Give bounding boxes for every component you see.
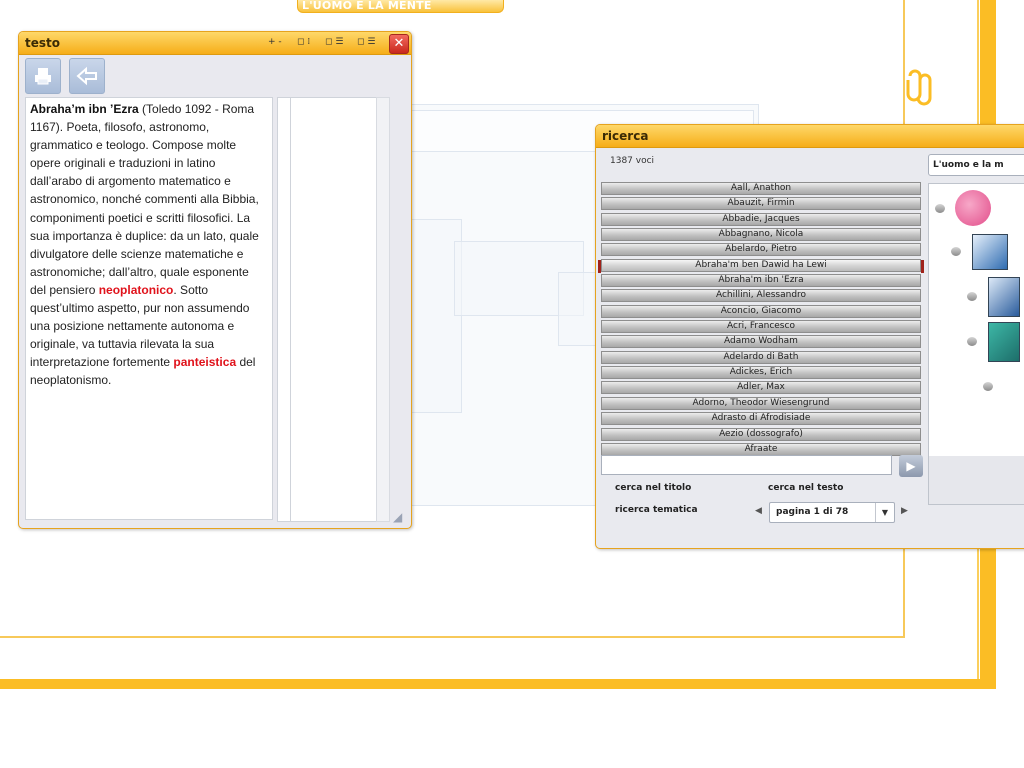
page-select[interactable]: pagina 1 di 78 ▼	[769, 502, 895, 523]
list-item[interactable]: Abraha'm ibn 'Ezra	[601, 274, 921, 288]
list-item[interactable]: Abbagnano, Nicola	[601, 228, 921, 242]
list-item-label: Abraha'm ben Dawid ha Lewi	[695, 259, 827, 270]
list-item[interactable]: Adelardo di Bath	[601, 350, 921, 364]
thumbnail-image[interactable]	[988, 322, 1020, 362]
window-title: testo	[25, 36, 60, 50]
node-dot[interactable]	[935, 204, 945, 213]
node-dot[interactable]	[967, 292, 977, 301]
article-text: Abraha’m ibn ’Ezra (Toledo 1092 - Roma 1…	[25, 97, 273, 520]
resize-handle-icon[interactable]: ◢	[393, 510, 407, 524]
list-item[interactable]: Abauzit, Firmin	[601, 197, 921, 211]
testo-window[interactable]: testo + - ◻ ⁞ ◻ ☰ ◻ ☰ ✕ Abraha’m ibn ’Ez…	[18, 31, 412, 529]
selection-marker	[598, 259, 601, 273]
list-item[interactable]: Abbadie, Jacques	[601, 212, 921, 226]
play-arrow-icon: ▶	[906, 459, 916, 473]
article-body-1: (Toledo 1092 - Roma 1167). Poeta, filoso…	[30, 102, 259, 297]
ricerca-titlebar[interactable]: ricerca	[596, 125, 1024, 148]
list-item[interactable]: Adrasto di Afrodisiade	[601, 412, 921, 426]
frame-line-bottom	[0, 636, 905, 638]
back-arrow-icon	[76, 66, 97, 86]
page-label: pagina 1 di 78	[776, 507, 849, 517]
list-item[interactable]: Aconcio, Giacomo	[601, 304, 921, 318]
search-text-link[interactable]: cerca nel testo	[768, 483, 843, 493]
results-list[interactable]: Aall, Anathon Abauzit, Firmin Abbadie, J…	[598, 182, 924, 458]
list-item[interactable]: Adamo Wodham	[601, 335, 921, 349]
node-dot[interactable]	[983, 382, 993, 391]
theme-select[interactable]: L'uomo e la m	[928, 154, 1024, 176]
node-dot[interactable]	[951, 247, 961, 256]
vertical-scrollbar[interactable]	[376, 97, 390, 522]
link-panteistica[interactable]: panteistica	[173, 355, 236, 369]
list-item[interactable]: Adorno, Theodor Wiesengrund	[601, 396, 921, 410]
chevron-down-icon: ▼	[875, 503, 894, 522]
section-title-tab: L'UOMO E LA MENTE	[297, 0, 504, 13]
yin-yang-icon[interactable]	[955, 190, 991, 226]
notes-pane	[290, 97, 378, 522]
thematic-map[interactable]	[928, 183, 1024, 505]
zoom-controls[interactable]: + -	[268, 37, 282, 47]
layout-split-icon[interactable]: ◻ ☰	[325, 37, 343, 47]
list-item[interactable]: Aall, Anathon	[601, 182, 921, 195]
search-title-link[interactable]: cerca nel titolo	[615, 483, 691, 493]
testo-titlebar[interactable]: testo + - ◻ ⁞ ◻ ☰ ◻ ☰ ✕	[19, 32, 411, 55]
list-item[interactable]: Abelardo, Pietro	[601, 243, 921, 257]
ricerca-window[interactable]: ricerca 1387 voci Aall, Anathon Abauzit,…	[595, 124, 1024, 549]
thumbnail-image[interactable]	[988, 277, 1020, 317]
window-title: ricerca	[602, 129, 649, 143]
article-author: Abraha’m ibn ’Ezra	[30, 102, 139, 116]
paperclip-icon[interactable]	[904, 66, 932, 106]
list-item[interactable]: Afraate	[601, 442, 921, 456]
list-item[interactable]: Acri, Francesco	[601, 320, 921, 334]
list-item[interactable]: Adickes, Erich	[601, 366, 921, 380]
search-go-button[interactable]: ▶	[899, 455, 923, 477]
back-button[interactable]	[69, 58, 105, 94]
prev-page-icon[interactable]: ◀	[755, 506, 762, 516]
next-page-icon[interactable]: ▶	[901, 506, 908, 516]
frame-border-bottom	[0, 679, 996, 689]
thumbnail-image[interactable]	[972, 234, 1008, 270]
close-button[interactable]: ✕	[389, 34, 409, 54]
text-gutter	[277, 97, 291, 522]
print-icon	[35, 68, 51, 85]
list-item[interactable]: Achillini, Alessandro	[601, 289, 921, 303]
search-input[interactable]	[601, 455, 892, 475]
print-button[interactable]	[25, 58, 61, 94]
map-footer	[929, 456, 1024, 504]
layout-single-icon[interactable]: ◻ ⁞	[297, 37, 310, 47]
link-neoplatonico[interactable]: neoplatonico	[99, 283, 174, 297]
list-item-selected[interactable]: Abraha'm ben Dawid ha Lewi	[598, 258, 924, 273]
list-item[interactable]: Adler, Max	[601, 381, 921, 395]
layout-list-icon[interactable]: ◻ ☰	[357, 37, 375, 47]
result-count: 1387 voci	[610, 156, 655, 166]
node-dot[interactable]	[967, 337, 977, 346]
thematic-search-link[interactable]: ricerca tematica	[615, 505, 698, 515]
list-item[interactable]: Aezio (dossografo)	[601, 427, 921, 441]
selection-marker	[921, 259, 924, 273]
